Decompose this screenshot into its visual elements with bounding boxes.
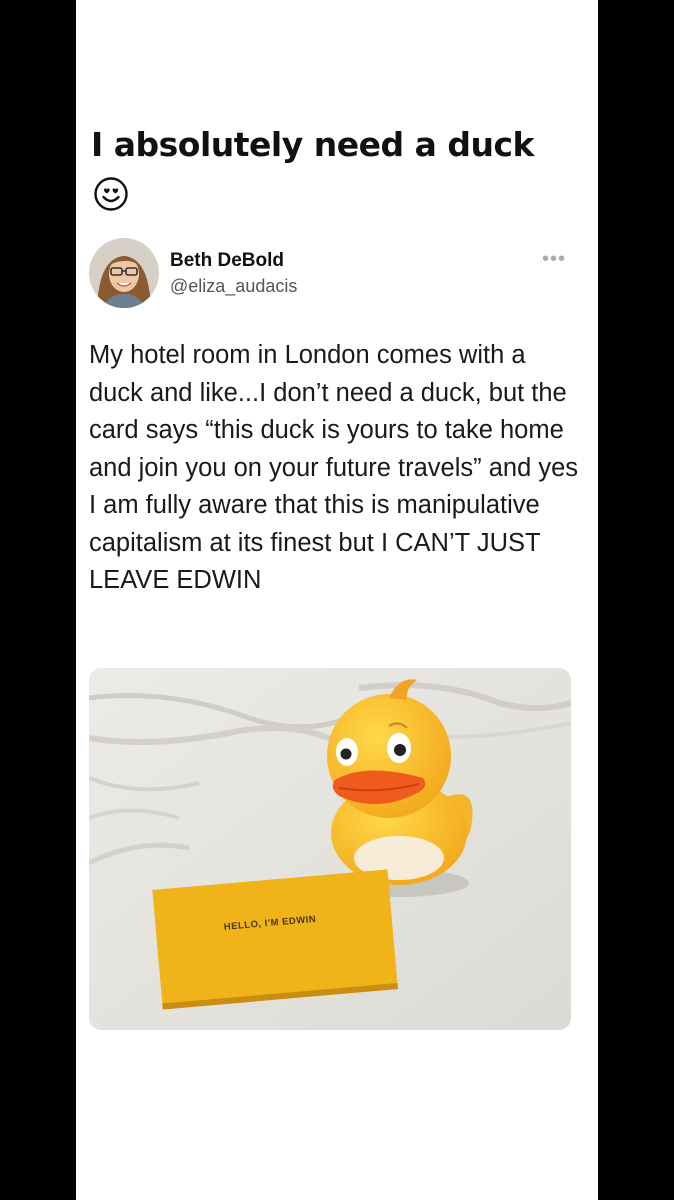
user-handle[interactable]: @eliza_audacis: [170, 276, 297, 297]
post-heading: I absolutely need a duck: [91, 125, 535, 164]
post-card: I absolutely need a duck Beth DeBold @el…: [76, 0, 598, 1200]
display-name[interactable]: Beth DeBold: [170, 250, 284, 272]
avatar[interactable]: [89, 238, 159, 308]
smiling-face-with-heart-eyes-icon: [94, 177, 128, 211]
more-options-icon[interactable]: •••: [542, 248, 566, 271]
tweet-text: My hotel room in London comes with a duc…: [89, 341, 579, 594]
duck-photo[interactable]: HELLO, I'M EDWIN: [89, 668, 571, 1030]
